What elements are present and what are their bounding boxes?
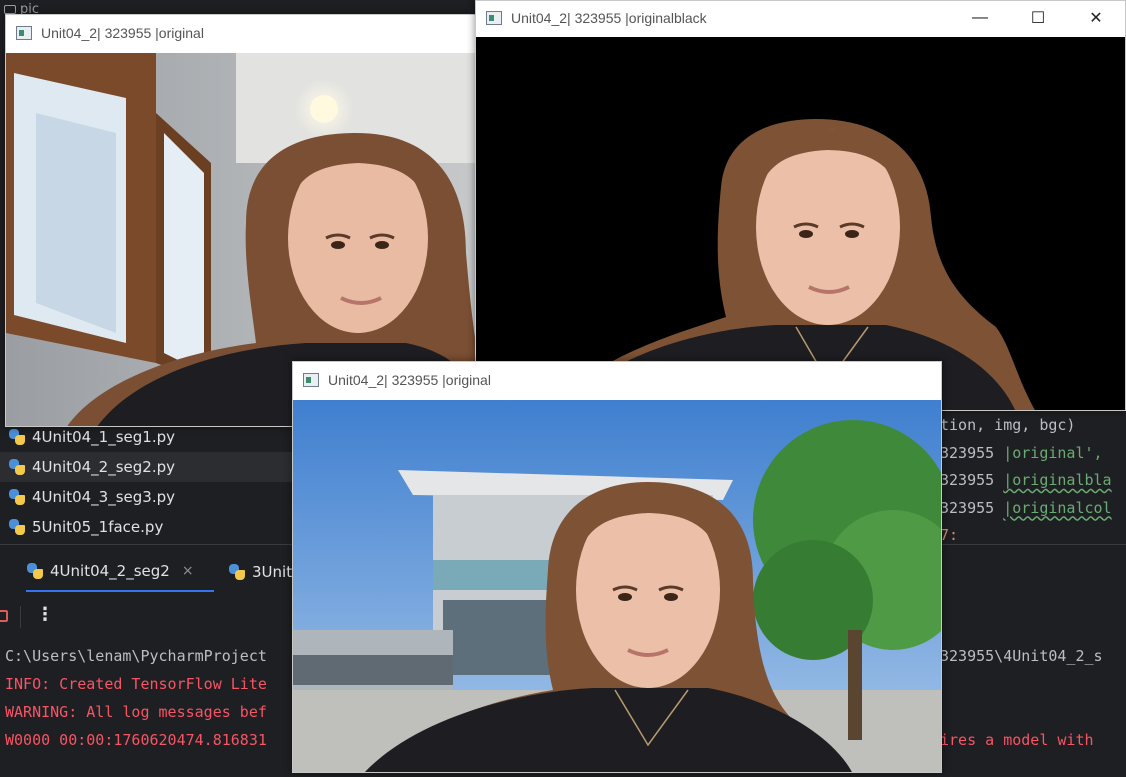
window-title: Unit04_2| 323955 |original: [41, 25, 204, 41]
close-icon[interactable]: ×: [182, 563, 194, 579]
window-title: Unit04_2| 323955 |originalblack: [511, 10, 707, 26]
run-toolbar: ⋮: [0, 602, 80, 632]
stop-icon[interactable]: [0, 610, 8, 622]
python-file-icon: [8, 428, 26, 446]
python-file-icon: [8, 488, 26, 506]
code-line: 7:: [940, 526, 959, 544]
code-line: 323955 |originalcol: [940, 498, 1112, 517]
code-line: 323955 |original',: [940, 443, 1103, 462]
code-editor[interactable]: tion, img, bgc) 323955 |original', 32395…: [940, 412, 1126, 544]
run-tab-3unit[interactable]: 3Unit: [228, 552, 298, 592]
python-file-icon: [26, 562, 44, 580]
close-button[interactable]: ✕: [1067, 1, 1125, 35]
python-file-icon: [8, 458, 26, 476]
window-titlebar[interactable]: Unit04_2| 323955 |original: [6, 15, 482, 51]
console-line-tail: ires a model with: [940, 731, 1094, 749]
window-originalcolour[interactable]: Unit04_2| 323955 |original: [292, 361, 942, 773]
python-file-icon: [228, 563, 246, 581]
minimize-button[interactable]: —: [951, 1, 1009, 35]
python-file-icon: [8, 518, 26, 536]
window-titlebar[interactable]: Unit04_2| 323955 |originalblack — ☐ ✕: [476, 1, 1125, 35]
segmented-person-photo: [476, 37, 1125, 410]
app-icon: [303, 373, 319, 387]
camera-image-building-background: [293, 400, 941, 772]
toolbar-separator: [20, 606, 21, 628]
app-icon: [16, 26, 32, 40]
code-line: 323955 |originalbla: [940, 471, 1112, 489]
console-line-tail: 323955\4Unit04_2_s: [940, 647, 1103, 665]
window-titlebar[interactable]: Unit04_2| 323955 |original: [293, 362, 941, 398]
window-originalblack[interactable]: Unit04_2| 323955 |originalblack — ☐ ✕: [475, 0, 1126, 411]
building-background-photo: [293, 400, 941, 772]
more-options-icon[interactable]: ⋮: [36, 604, 54, 625]
camera-image-black-background: [476, 37, 1125, 410]
run-tab-seg2[interactable]: 4Unit04_2_seg2 ×: [26, 552, 214, 592]
code-line: tion, img, bgc): [940, 416, 1076, 434]
maximize-button[interactable]: ☐: [1009, 1, 1067, 35]
folder-icon: [4, 5, 16, 14]
app-icon: [486, 11, 502, 25]
window-controls: — ☐ ✕: [951, 1, 1125, 35]
window-title: Unit04_2| 323955 |original: [328, 372, 491, 388]
